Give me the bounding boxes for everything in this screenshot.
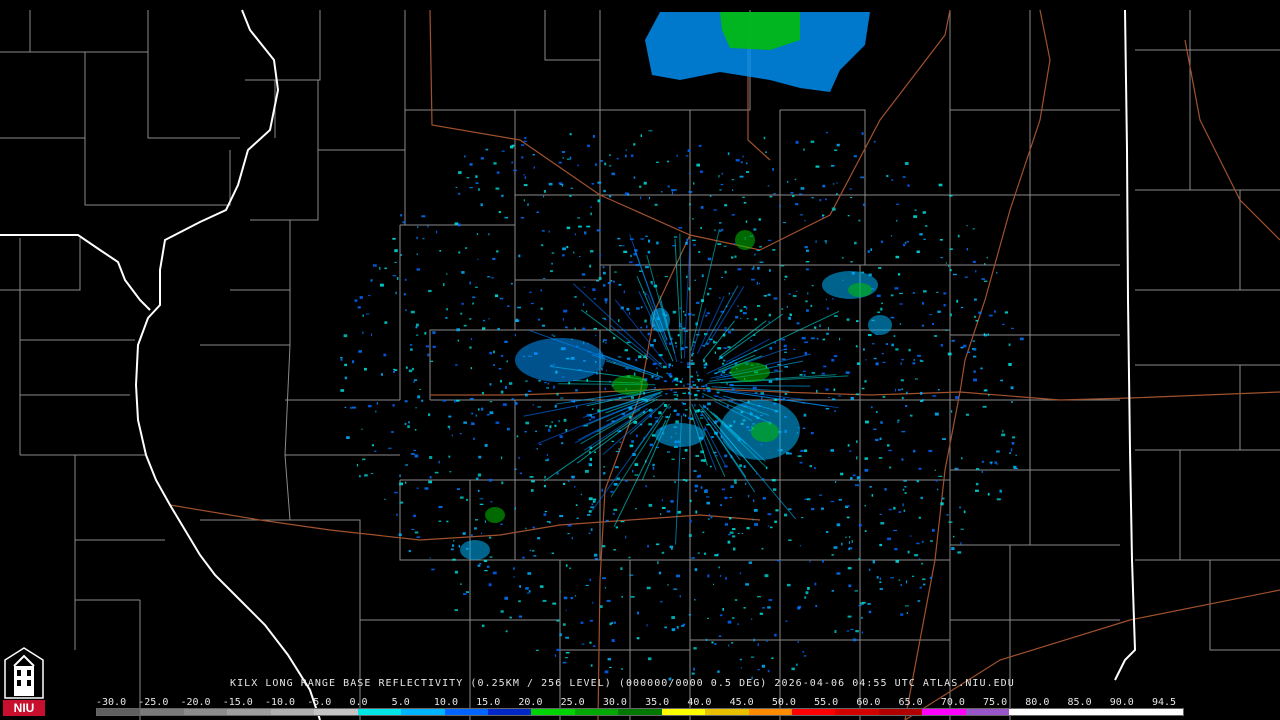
scale-label: 0.0 xyxy=(349,697,368,708)
colorbar-segment xyxy=(401,709,445,715)
logo-text: NIU xyxy=(3,700,45,716)
colorbar-segment xyxy=(183,709,228,715)
scale-label: 70.0 xyxy=(940,697,965,708)
colorbar-segment xyxy=(574,709,619,715)
scale-label: 15.0 xyxy=(476,697,501,708)
colorbar-segment xyxy=(661,709,706,715)
radar-map xyxy=(0,9,1280,720)
scale-label: -25.0 xyxy=(138,697,169,708)
scale-label: 25.0 xyxy=(560,697,585,708)
scale-label: 75.0 xyxy=(983,697,1008,708)
scale-label: -15.0 xyxy=(222,697,253,708)
colorbar-segment xyxy=(748,709,792,715)
scale-label: 10.0 xyxy=(433,697,458,708)
scale-label: 60.0 xyxy=(856,697,881,708)
colorbar-segment xyxy=(705,709,749,715)
scale-label: 45.0 xyxy=(729,697,754,708)
scale-label: 94.5 xyxy=(1152,697,1177,708)
scale-label: 5.0 xyxy=(391,697,410,708)
scale-label: -5.0 xyxy=(307,697,332,708)
colorbar-segment xyxy=(140,709,184,715)
scale-label: 35.0 xyxy=(645,697,670,708)
colorbar-segment xyxy=(531,709,575,715)
scale-label: -20.0 xyxy=(180,697,211,708)
colorbar-segment xyxy=(270,709,315,715)
colorbar-segment xyxy=(1139,709,1183,715)
colorbar-segment xyxy=(227,709,271,715)
colorbar-segment xyxy=(1052,709,1097,715)
scale-label: 30.0 xyxy=(602,697,627,708)
scale-label: -10.0 xyxy=(264,697,296,708)
radar-display: NIU KILX LONG RANGE BASE REFLECTIVITY (0… xyxy=(0,0,1280,720)
scale-label: 55.0 xyxy=(814,697,839,708)
colorbar-segment xyxy=(487,709,532,715)
colorbar-segment xyxy=(878,709,923,715)
scale-label: 65.0 xyxy=(898,697,923,708)
colorbar-segment xyxy=(1096,709,1140,715)
radar-echoes xyxy=(340,12,1024,681)
colorbar-segment xyxy=(1009,709,1053,715)
scale-label: 90.0 xyxy=(1109,697,1134,708)
scale-label: 80.0 xyxy=(1025,697,1050,708)
colorbar-segment xyxy=(314,709,358,715)
colorbar-segment xyxy=(97,709,141,715)
reflectivity-colorbar xyxy=(96,708,1184,716)
scale-label: -30.0 xyxy=(96,697,127,708)
scale-label: 85.0 xyxy=(1067,697,1092,708)
colorbar-segment xyxy=(965,709,1010,715)
scale-label: 50.0 xyxy=(771,697,796,708)
colorbar-segment xyxy=(357,709,402,715)
colorbar-segment xyxy=(618,709,662,715)
scale-label: 40.0 xyxy=(687,697,712,708)
product-title: KILX LONG RANGE BASE REFLECTIVITY (0.25K… xyxy=(230,678,1015,689)
scale-label: 20.0 xyxy=(518,697,543,708)
county-borders xyxy=(0,10,1280,720)
colorbar-segment xyxy=(444,709,488,715)
colorbar-segment xyxy=(792,709,836,715)
colorbar-segment xyxy=(922,709,966,715)
colorbar-segment xyxy=(835,709,879,715)
niu-logo: NIU xyxy=(3,646,45,718)
